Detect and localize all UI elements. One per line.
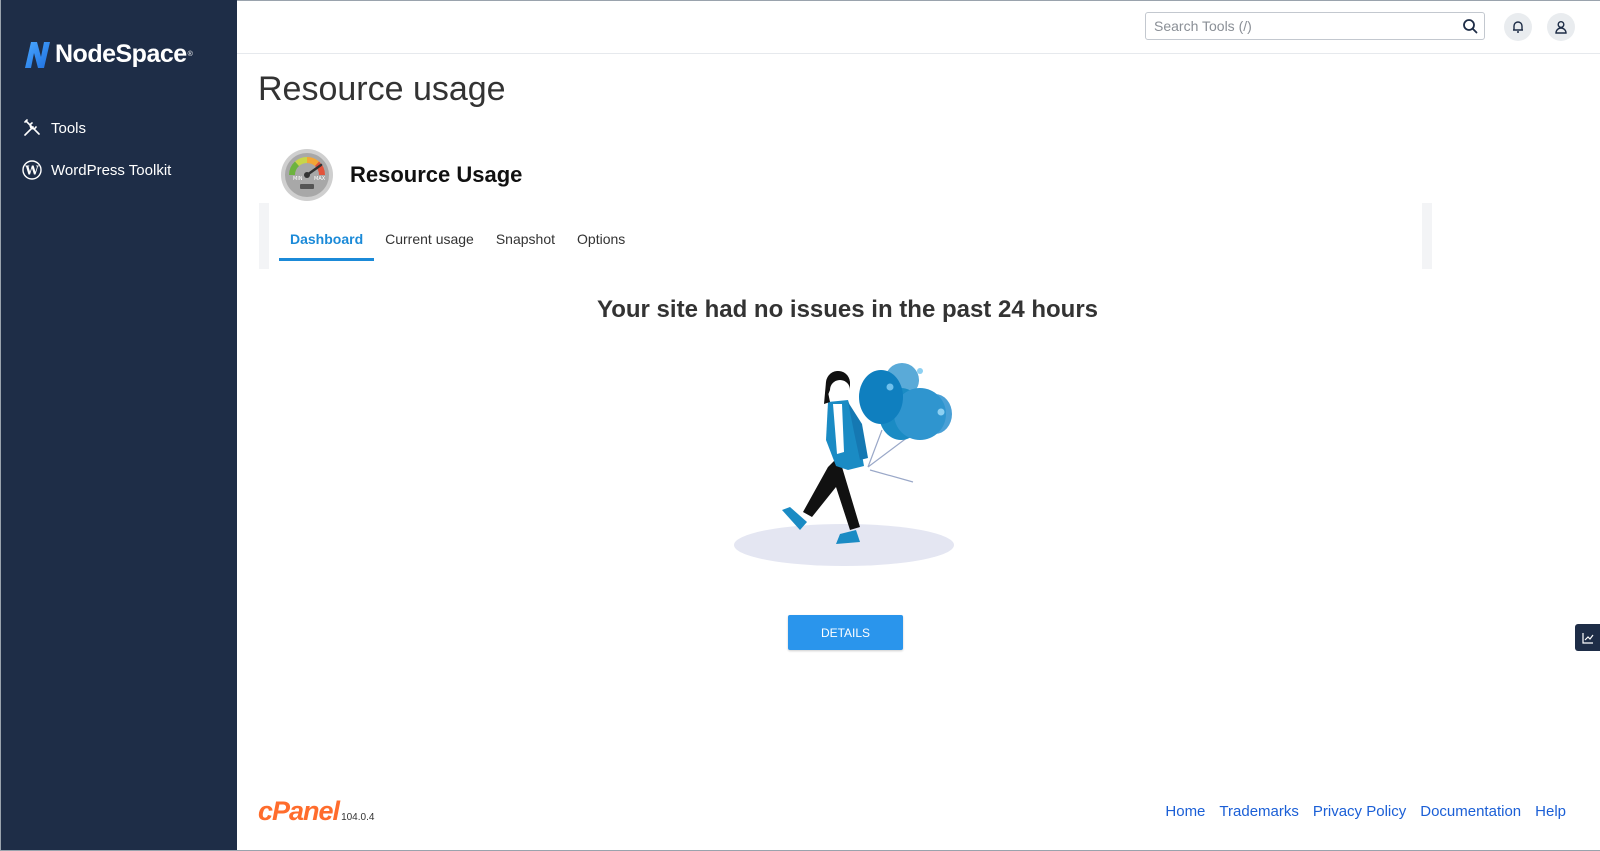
tools-icon (22, 118, 42, 138)
sidebar-item-label: WordPress Toolkit (51, 161, 172, 179)
search-input[interactable] (1146, 13, 1462, 39)
brand-trademark: ® (187, 51, 193, 58)
tabs-panel: Dashboard Current usage Snapshot Options (259, 203, 1432, 269)
tab-dashboard[interactable]: Dashboard (279, 231, 375, 261)
woman-with-balloons-illustration (734, 363, 954, 566)
footer-link-documentation[interactable]: Documentation (1420, 803, 1521, 820)
svg-text:W: W (24, 164, 39, 178)
notifications-button[interactable] (1504, 13, 1532, 41)
search-box (1145, 12, 1485, 40)
sidebar-item-wordpress-toolkit[interactable]: W WordPress Toolkit (22, 160, 171, 180)
tab-current-usage[interactable]: Current usage (374, 231, 485, 258)
footer-link-privacy-policy[interactable]: Privacy Policy (1313, 803, 1406, 820)
gauge-max-label: MAX (314, 176, 326, 182)
tab-options[interactable]: Options (566, 231, 636, 258)
footer-link-home[interactable]: Home (1165, 803, 1205, 820)
details-button[interactable]: DETAILS (788, 615, 903, 650)
wordpress-icon: W (22, 160, 42, 180)
bell-icon (1513, 21, 1523, 33)
tab-bar: Dashboard Current usage Snapshot Options (279, 231, 636, 261)
sidebar: NodeSpace ® Tools W WordPress Toolkit (1, 0, 237, 851)
footer-link-trademarks[interactable]: Trademarks (1219, 803, 1298, 820)
nodespace-logo-icon (25, 41, 50, 68)
top-bar (237, 0, 1600, 54)
footer-brand: cPanel 104.0.4 (258, 796, 374, 827)
line-chart-icon (1581, 632, 1593, 644)
footer-link-help[interactable]: Help (1535, 803, 1566, 820)
footer-links: Home Trademarks Privacy Policy Documenta… (1151, 803, 1566, 820)
search-icon[interactable] (1462, 18, 1478, 34)
brand-logo[interactable]: NodeSpace ® (22, 40, 193, 69)
status-heading: Your site had no issues in the past 24 h… (597, 296, 1098, 323)
gauge-icon: MIN MAX (281, 149, 333, 201)
page-title: Resource usage (258, 70, 506, 108)
sidebar-item-label: Tools (51, 119, 87, 137)
window-frame-top (237, 0, 1600, 1)
brand-name: NodeSpace (55, 40, 187, 68)
tab-snapshot[interactable]: Snapshot (485, 231, 566, 258)
user-icon (1555, 21, 1567, 34)
user-menu-button[interactable] (1547, 13, 1575, 41)
cpanel-version: 104.0.4 (341, 812, 375, 823)
app-header: MIN MAX Resource Usage (280, 148, 522, 202)
gauge-min-label: MIN (293, 176, 303, 182)
cpanel-logo[interactable]: cPanel (258, 796, 340, 827)
app-title: Resource Usage (350, 162, 523, 187)
sidebar-item-tools[interactable]: Tools (22, 118, 86, 138)
stats-widget-button[interactable] (1575, 624, 1600, 651)
